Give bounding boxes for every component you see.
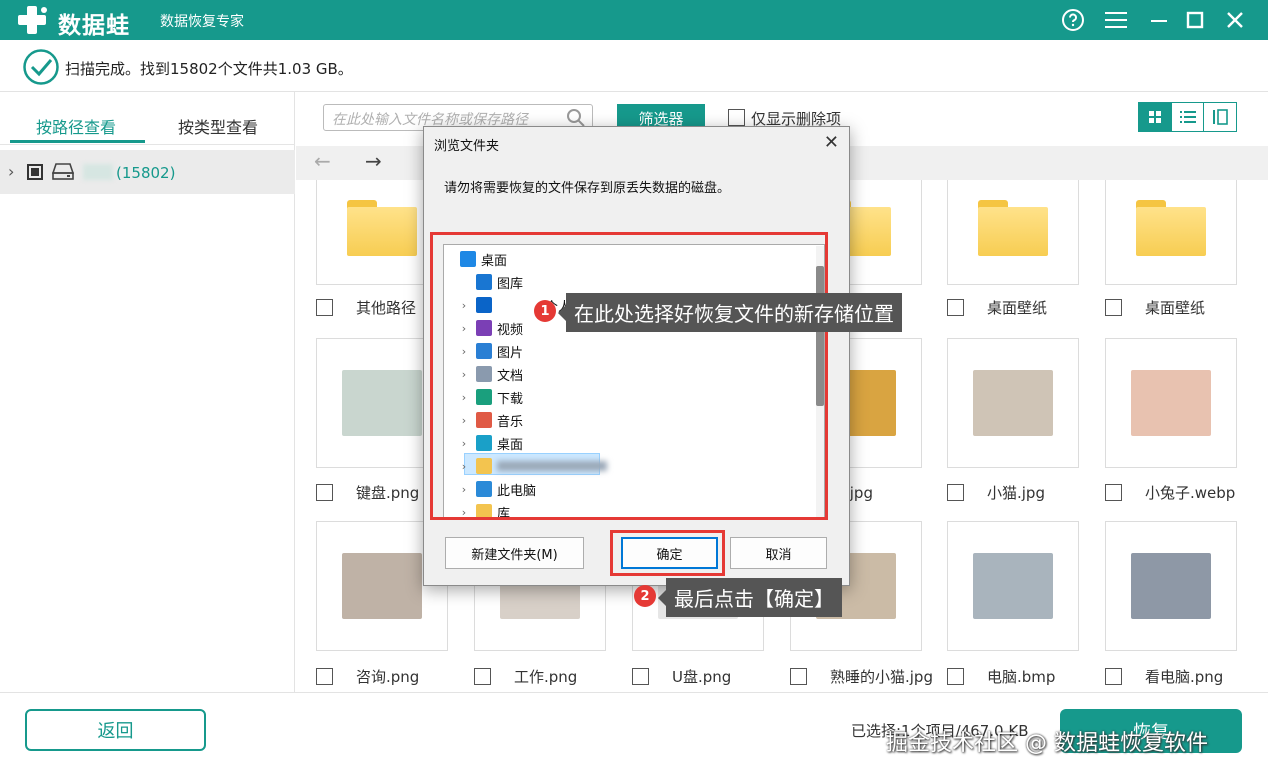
menu-icon[interactable] xyxy=(1102,6,1130,34)
drive-icon xyxy=(52,163,74,180)
file-thumbnail xyxy=(1106,339,1236,467)
file-checkbox[interactable] xyxy=(947,484,964,501)
view-mode-switch xyxy=(1138,102,1237,132)
dialog-title: 浏览文件夹 xyxy=(434,139,500,154)
file-name: 熟睡的小猫.jpg xyxy=(830,668,933,686)
search-icon[interactable] xyxy=(566,108,586,128)
file-card[interactable] xyxy=(947,521,1079,651)
file-name: 小兔子.webp xyxy=(1145,484,1236,502)
chevron-right-icon[interactable]: › xyxy=(8,162,14,181)
tab-by-type[interactable]: 按类型查看 xyxy=(178,114,258,138)
check-circle-icon xyxy=(23,49,59,85)
image-thumbnail-icon xyxy=(973,553,1053,619)
tab-by-path[interactable]: 按路径查看 xyxy=(36,114,116,138)
forward-arrow-icon[interactable]: → xyxy=(365,149,382,173)
annotation-tooltip-2: 最后点击【确定】 xyxy=(658,578,842,617)
file-checkbox[interactable] xyxy=(1105,299,1122,316)
image-thumbnail-icon xyxy=(1131,553,1211,619)
image-thumbnail-icon xyxy=(342,553,422,619)
list-view-icon[interactable] xyxy=(1172,103,1205,131)
detail-view-icon[interactable] xyxy=(1204,103,1236,131)
divider xyxy=(0,144,295,145)
folder-icon xyxy=(347,199,417,256)
file-name: U盘.png xyxy=(672,668,732,686)
folder-icon xyxy=(1136,199,1206,256)
file-name: 小猫.jpg xyxy=(987,484,1045,502)
file-card[interactable] xyxy=(947,180,1079,285)
file-checkbox[interactable] xyxy=(316,299,333,316)
show-deleted-checkbox[interactable] xyxy=(728,109,745,126)
file-name: 键盘.png xyxy=(356,484,420,502)
step-badge-1: 1 xyxy=(534,300,556,322)
file-name: 电脑.bmp xyxy=(987,668,1056,686)
step-badge-2: 2 xyxy=(634,585,656,607)
partial-checkbox[interactable] xyxy=(27,164,43,180)
cancel-button[interactable]: 取消 xyxy=(730,537,827,569)
file-thumbnail xyxy=(1106,522,1236,650)
new-folder-button[interactable]: 新建文件夹(M) xyxy=(445,537,584,569)
image-thumbnail-icon xyxy=(1131,370,1211,436)
scan-status-bar: 扫描完成。找到15802个文件共1.03 GB。 xyxy=(0,40,1268,92)
file-card[interactable] xyxy=(1105,521,1237,651)
back-button[interactable]: 返回 xyxy=(25,709,206,751)
annotation-frame-ok xyxy=(610,530,725,576)
dialog-close-icon[interactable]: ✕ xyxy=(824,132,839,153)
file-checkbox[interactable] xyxy=(947,668,964,685)
sidebar: 按路径查看 按类型查看 › (15802) xyxy=(0,92,295,692)
app-subtitle: 数据恢复专家 xyxy=(160,14,244,30)
file-card[interactable] xyxy=(947,338,1079,468)
back-arrow-icon[interactable]: ← xyxy=(314,149,331,173)
title-bar: 数据蛙 数据恢复专家 xyxy=(0,0,1268,40)
file-checkbox[interactable] xyxy=(790,668,807,685)
logo-icon xyxy=(18,6,47,34)
dialog-message: 请勿将需要恢复的文件保存到原丢失数据的磁盘。 xyxy=(444,181,731,196)
app-name: 数据蛙 xyxy=(58,13,130,39)
file-thumbnail xyxy=(948,339,1078,467)
file-name: 桌面壁纸 xyxy=(987,299,1048,317)
file-checkbox[interactable] xyxy=(1105,484,1122,501)
file-card[interactable] xyxy=(1105,180,1237,285)
file-checkbox[interactable] xyxy=(632,668,649,685)
maximize-icon[interactable] xyxy=(1181,6,1209,34)
folder-icon xyxy=(978,199,1048,256)
scan-status-text: 扫描完成。找到15802个文件共1.03 GB。 xyxy=(65,60,353,78)
file-name: 工作.png xyxy=(514,668,578,686)
annotation-frame-tree xyxy=(430,232,828,520)
file-name: 其他路径 xyxy=(356,299,417,317)
image-thumbnail-icon xyxy=(342,370,422,436)
image-thumbnail-icon xyxy=(973,370,1053,436)
file-thumbnail xyxy=(948,522,1078,650)
tree-root-item[interactable]: › (15802) xyxy=(0,150,295,194)
file-name: 咨询.png xyxy=(356,668,420,686)
file-checkbox[interactable] xyxy=(1105,668,1122,685)
file-checkbox[interactable] xyxy=(316,668,333,685)
drive-label-redacted xyxy=(83,164,113,180)
bottom-bar: 返回 已选择:1个项目/467.0 KB 恢复 掘金技术社区 @ 数据蛙恢复软件 xyxy=(0,692,1268,773)
minimize-icon[interactable] xyxy=(1145,6,1173,34)
help-icon[interactable] xyxy=(1059,6,1087,34)
file-checkbox[interactable] xyxy=(947,299,964,316)
grid-view-icon[interactable] xyxy=(1139,103,1172,131)
file-checkbox[interactable] xyxy=(474,668,491,685)
file-card[interactable] xyxy=(1105,338,1237,468)
file-checkbox[interactable] xyxy=(316,484,333,501)
close-icon[interactable] xyxy=(1221,6,1249,34)
active-tab-indicator xyxy=(10,140,145,143)
file-name: 看电脑.png xyxy=(1145,668,1224,686)
file-thumbnail xyxy=(1106,180,1236,284)
file-count: (15802) xyxy=(116,164,176,182)
watermark: 掘金技术社区 @ 数据蛙恢复软件 xyxy=(886,731,1208,756)
file-name: 桌面壁纸 xyxy=(1145,299,1206,317)
annotation-tooltip-1: 在此处选择好恢复文件的新存储位置 xyxy=(558,293,902,332)
file-thumbnail xyxy=(948,180,1078,284)
